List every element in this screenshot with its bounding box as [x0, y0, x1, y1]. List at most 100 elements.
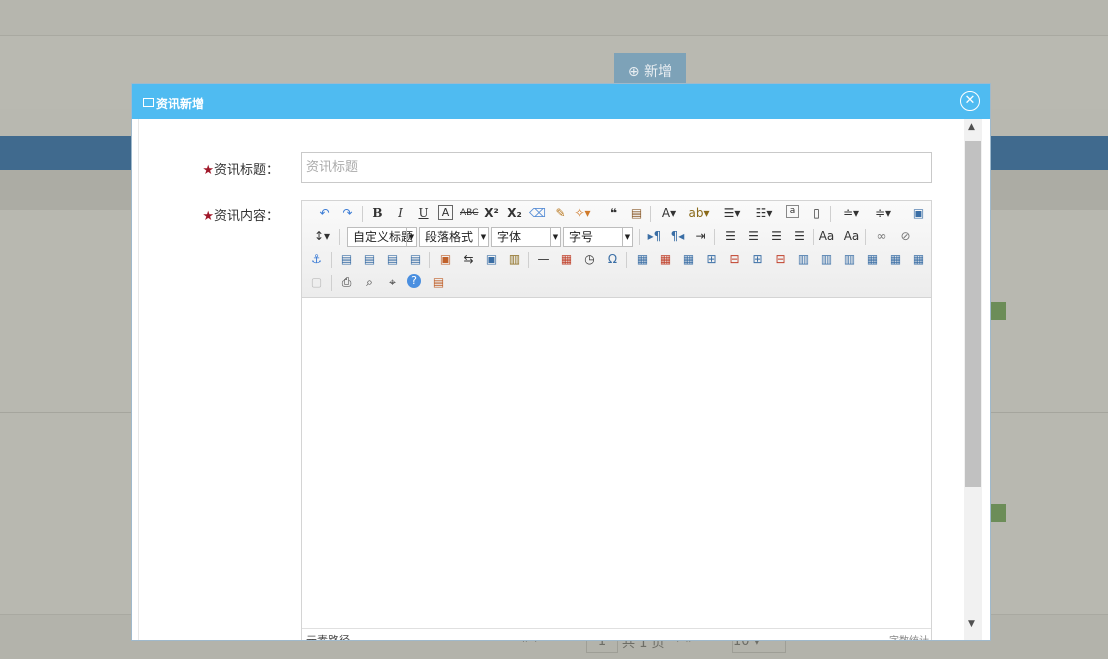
unlink-icon[interactable]: ⊘ [897, 228, 914, 245]
align-justify-icon[interactable]: ☰ [791, 228, 808, 245]
to-uppercase-icon[interactable]: Aa [818, 228, 835, 245]
rtl-icon[interactable]: ¶◂ [669, 228, 686, 245]
chevron-down-icon: ▼ [550, 228, 560, 246]
background-topbar [0, 0, 1108, 36]
title-input[interactable] [301, 152, 932, 183]
print-icon[interactable]: ⎙ [338, 274, 355, 291]
indent-icon[interactable]: ⇥ [692, 228, 709, 245]
select-all-icon[interactable]: a [786, 205, 799, 218]
toolbar-separator [331, 275, 332, 291]
merge-right-icon[interactable]: ▥ [818, 251, 835, 268]
image-left-icon[interactable]: ▤ [361, 251, 378, 268]
split-to-rows-icon[interactable]: ▦ [887, 251, 904, 268]
emotion-icon[interactable]: ⇆ [460, 251, 477, 268]
scroll-up-icon[interactable]: ▲ [968, 122, 975, 132]
toolbar-separator [650, 206, 651, 222]
font-size-select[interactable]: 字号 ▼ [563, 227, 633, 247]
help-icon[interactable]: ? [407, 274, 421, 288]
toolbar-separator [865, 229, 866, 245]
paste-plain-icon[interactable]: ▤ [628, 205, 645, 222]
news-add-dialog: 资讯新增 ✕ ★资讯标题： ★资讯内容： ↶ ↷ B I U A ABC X² … [131, 83, 991, 641]
paragraph-format-select[interactable]: 段落格式 ▼ [419, 227, 489, 247]
image-none-icon[interactable]: ▤ [338, 251, 355, 268]
align-center-icon[interactable]: ☰ [745, 228, 762, 245]
required-star-icon: ★ [202, 209, 214, 224]
toolbar-separator [626, 252, 627, 268]
ordered-list-icon[interactable]: ☰▾ [720, 205, 744, 222]
drafts-icon[interactable]: ▤ [430, 274, 447, 291]
clear-document-icon[interactable]: ▯ [808, 205, 825, 222]
insert-col-icon[interactable]: ⊞ [749, 251, 766, 268]
scroll-down-icon[interactable]: ▼ [968, 619, 975, 629]
insert-paragraph-before-table-icon[interactable]: ▦ [680, 251, 697, 268]
chevron-down-icon: ▼ [622, 228, 632, 246]
eraser-icon[interactable]: ⌫ [529, 205, 546, 222]
split-to-cells-icon[interactable]: ▦ [864, 251, 881, 268]
scrollbar-thumb[interactable] [965, 141, 981, 487]
editor-statusbar: 元素路径 字数统计 [302, 628, 931, 641]
title-field-label: ★资讯标题： [202, 163, 279, 178]
blockquote-icon[interactable]: ❝ [605, 205, 622, 222]
split-to-cols-icon[interactable]: ▦ [910, 251, 927, 268]
align-right-icon[interactable]: ☰ [768, 228, 785, 245]
date-icon[interactable]: ▦ [558, 251, 575, 268]
font-family-select[interactable]: 字体 ▼ [491, 227, 561, 247]
insert-code-icon[interactable]: ▥ [506, 251, 523, 268]
row-spacing-bottom-icon[interactable]: ≑▾ [871, 205, 895, 222]
required-star-icon: ★ [202, 163, 214, 178]
chevron-down-icon: ▼ [478, 228, 488, 246]
insert-row-icon[interactable]: ⊞ [703, 251, 720, 268]
rich-text-editor: ↶ ↷ B I U A ABC X² X₂ ⌫ ✎ ✧▾ ❝ ▤ A▾ ab▾ … [301, 200, 932, 641]
editor-content-area[interactable] [302, 298, 931, 628]
strikethrough-icon[interactable]: ABC [460, 205, 478, 222]
align-left-icon[interactable]: ☰ [722, 228, 739, 245]
chart-icon[interactable]: ▢ [308, 274, 325, 291]
toolbar-separator [528, 252, 529, 268]
horizontal-rule-icon[interactable]: — [535, 251, 552, 268]
toolbar-separator [339, 229, 340, 245]
row-spacing-top-icon[interactable]: ≐▾ [839, 205, 863, 222]
delete-row-icon[interactable]: ⊟ [726, 251, 743, 268]
font-border-icon[interactable]: A [438, 205, 453, 220]
ltr-icon[interactable]: ▸¶ [646, 228, 663, 245]
insert-image-icon[interactable]: ▣ [437, 251, 454, 268]
background-add-button: ⊕ 新增 [614, 53, 686, 85]
insert-table-icon[interactable]: ▦ [634, 251, 651, 268]
merge-down-icon[interactable]: ▥ [841, 251, 858, 268]
search-replace-icon[interactable]: ⌖ [384, 274, 401, 291]
redo-icon[interactable]: ↷ [339, 205, 356, 222]
line-height-icon[interactable]: ↕▾ [310, 228, 334, 245]
superscript-icon[interactable]: X² [483, 205, 500, 222]
image-center-icon[interactable]: ▤ [407, 251, 424, 268]
anchor-icon[interactable]: ⚓ [308, 251, 325, 268]
special-char-icon[interactable]: Ω [604, 251, 621, 268]
merge-cells-icon[interactable]: ▥ [795, 251, 812, 268]
preview-icon[interactable]: ▣ [910, 205, 927, 222]
unordered-list-icon[interactable]: ☷▾ [752, 205, 776, 222]
format-brush-icon[interactable]: ✎ [552, 205, 569, 222]
toolbar-separator [813, 229, 814, 245]
element-path: 元素路径 [306, 634, 350, 641]
to-lowercase-icon[interactable]: Aa [843, 228, 860, 245]
preview-zoom-icon[interactable]: ⌕ [361, 274, 378, 291]
toolbar-separator [639, 229, 640, 245]
italic-icon[interactable]: I [392, 205, 409, 222]
chevron-down-icon: ▼ [406, 228, 416, 246]
subscript-icon[interactable]: X₂ [506, 205, 523, 222]
link-icon[interactable]: ∞ [873, 228, 890, 245]
insert-frame-icon[interactable]: ▣ [483, 251, 500, 268]
background-color-icon[interactable]: ab▾ [687, 205, 711, 222]
undo-icon[interactable]: ↶ [316, 205, 333, 222]
delete-col-icon[interactable]: ⊟ [772, 251, 789, 268]
font-color-icon[interactable]: A▾ [657, 205, 681, 222]
close-icon[interactable]: ✕ [960, 91, 980, 111]
time-icon[interactable]: ◷ [581, 251, 598, 268]
underline-icon[interactable]: U [415, 205, 432, 222]
bold-icon[interactable]: B [369, 205, 386, 222]
auto-format-icon[interactable]: ✧▾ [574, 205, 591, 222]
dialog-scrollbar[interactable]: ▲ ▼ [964, 119, 982, 640]
delete-table-icon[interactable]: ▦ [657, 251, 674, 268]
content-field-label: ★资讯内容： [202, 209, 279, 224]
custom-title-select[interactable]: 自定义标题 ▼ [347, 227, 417, 247]
image-right-icon[interactable]: ▤ [384, 251, 401, 268]
